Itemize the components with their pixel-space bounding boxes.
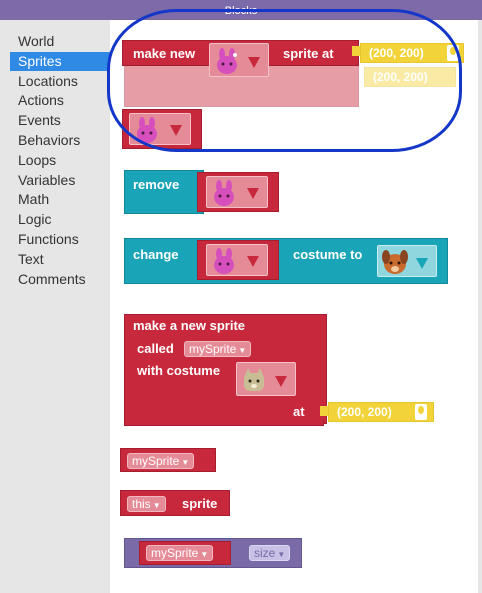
category-loops[interactable]: Loops	[10, 151, 110, 170]
block-label-at: at	[293, 404, 305, 419]
chevron-down-icon	[247, 256, 259, 267]
location-connector	[320, 406, 328, 416]
variable-dropdown[interactable]: mySprite ▼	[146, 545, 214, 561]
sprite-variable-block[interactable]: mySprite ▼	[120, 448, 216, 472]
change-costume-block[interactable]: change costume to	[124, 238, 448, 284]
location-picker-icon[interactable]	[415, 404, 427, 420]
category-variables[interactable]: Variables	[10, 171, 110, 190]
category-behaviors[interactable]: Behaviors	[10, 131, 110, 150]
category-sprites[interactable]: Sprites	[10, 52, 110, 71]
block-label-remove: remove	[133, 177, 180, 192]
variable-dropdown[interactable]: mySprite ▼	[127, 453, 195, 469]
costume-picker[interactable]	[206, 176, 268, 208]
property-name: size	[254, 546, 276, 560]
category-events[interactable]: Events	[10, 111, 110, 130]
category-math[interactable]: Math	[10, 190, 110, 209]
block-label-sprite: sprite	[182, 496, 218, 511]
block-label-with-costume: with costume	[137, 363, 221, 378]
category-functions[interactable]: Functions	[10, 230, 110, 249]
block-label-costume-to: costume to	[293, 247, 363, 262]
pink-bunny-icon	[214, 248, 234, 274]
remove-sprite-block[interactable]: remove	[124, 170, 204, 214]
annotation-circle	[107, 9, 462, 152]
chevron-down-icon: ▼	[152, 501, 161, 510]
palette-scroll-edge	[478, 20, 482, 593]
tan-cat-icon	[244, 368, 264, 391]
chevron-down-icon: ▼	[277, 550, 286, 559]
brown-puppy-icon	[382, 250, 408, 274]
category-comments[interactable]: Comments	[10, 270, 110, 289]
variable-dropdown[interactable]: mySprite ▼	[184, 341, 252, 357]
category-text[interactable]: Text	[10, 250, 110, 269]
category-logic[interactable]: Logic	[10, 210, 110, 229]
variable-name: mySprite	[189, 342, 237, 356]
block-label-called: called	[137, 341, 174, 356]
chevron-down-icon: ▼	[200, 550, 209, 559]
block-label-make-a-new-sprite: make a new sprite	[133, 318, 245, 333]
property-target-sprite[interactable]: mySprite ▼	[139, 541, 231, 565]
category-world[interactable]: World	[10, 32, 110, 51]
remove-target-sprite[interactable]	[197, 172, 279, 212]
location-value: (200, 200)	[337, 405, 392, 419]
chevron-down-icon	[275, 376, 287, 387]
variable-name: mySprite	[132, 454, 180, 468]
chevron-down-icon: ▼	[181, 458, 190, 467]
change-target-sprite[interactable]	[197, 240, 279, 280]
this-keyword: this	[132, 497, 151, 511]
costume-picker[interactable]	[377, 245, 437, 277]
block-bottom-edge	[124, 420, 324, 426]
variable-name: mySprite	[151, 546, 199, 560]
category-actions[interactable]: Actions	[10, 91, 110, 110]
costume-picker[interactable]	[206, 244, 268, 276]
pink-bunny-icon	[214, 180, 234, 206]
this-dropdown[interactable]: this ▼	[127, 496, 166, 512]
chevron-down-icon	[247, 188, 259, 199]
this-sprite-block[interactable]: this ▼ sprite	[120, 490, 230, 516]
category-locations[interactable]: Locations	[10, 72, 110, 91]
chevron-down-icon: ▼	[238, 346, 247, 355]
property-dropdown[interactable]: size ▼	[249, 545, 291, 561]
chevron-down-icon	[416, 258, 428, 269]
make-named-sprite-block[interactable]: make a new sprite called mySprite ▼ with …	[124, 314, 327, 424]
named-sprite-location-field[interactable]: (200, 200)	[328, 402, 434, 422]
block-label-change: change	[133, 247, 179, 262]
costume-picker[interactable]	[236, 362, 296, 396]
